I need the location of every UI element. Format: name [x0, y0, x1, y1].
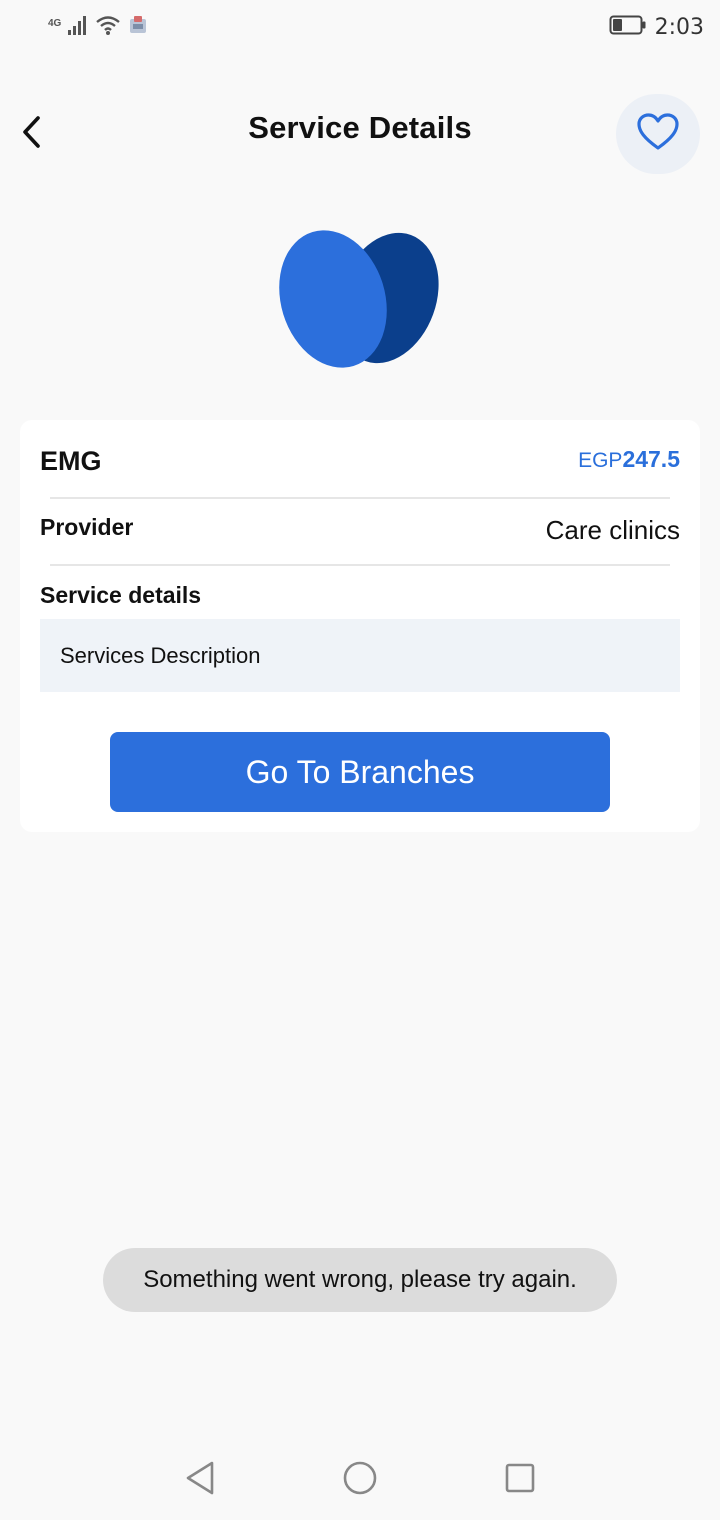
- nav-recent-apps-button[interactable]: [500, 1460, 540, 1500]
- favorite-button[interactable]: [616, 94, 700, 174]
- service-card: EMG EGP247.5 Provider Care clinics Servi…: [20, 420, 700, 832]
- network-type-label: 4G: [48, 18, 62, 29]
- price-amount: 247.5: [622, 446, 680, 472]
- provider-value: Care clinics: [545, 515, 680, 545]
- go-to-branches-button[interactable]: Go To Branches: [110, 732, 610, 812]
- error-toast: Something went wrong, please try again.: [103, 1248, 617, 1312]
- service-details-label: Service details: [40, 582, 202, 608]
- price-currency: EGP: [578, 449, 623, 472]
- app-notification-icon: [127, 14, 149, 41]
- circle-home-icon: [342, 1460, 378, 1501]
- triangle-back-icon: [184, 1460, 216, 1501]
- service-price: EGP247.5: [578, 446, 680, 473]
- page-title: Service Details: [248, 110, 472, 145]
- nav-back-button[interactable]: [180, 1460, 220, 1500]
- divider: [50, 564, 670, 566]
- wifi-icon: [95, 14, 121, 41]
- provider-label: Provider: [40, 514, 134, 540]
- system-nav-bar: [0, 1440, 720, 1520]
- status-left-icons: 4G: [48, 14, 149, 41]
- header: Service Details: [0, 92, 720, 176]
- status-right-icons: 2:03: [609, 14, 704, 41]
- nav-home-button[interactable]: [340, 1460, 380, 1500]
- provider-logo: [270, 222, 450, 378]
- status-time: 2:03: [654, 15, 704, 40]
- status-bar: 4G 2:03: [0, 0, 720, 56]
- service-description-box: Services Description: [40, 619, 680, 692]
- heart-outline-icon: [636, 112, 680, 157]
- service-description-text: Services Description: [60, 643, 261, 668]
- battery-icon: [609, 14, 647, 41]
- service-name: EMG: [40, 446, 102, 476]
- signal-icon: [67, 14, 89, 41]
- square-recent-icon: [503, 1461, 537, 1500]
- divider: [50, 497, 670, 499]
